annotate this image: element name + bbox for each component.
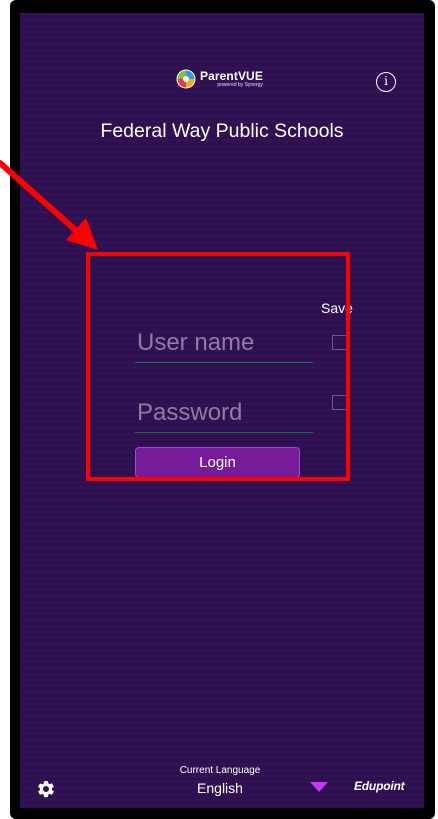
language-caption: Current Language <box>179 765 261 776</box>
gear-icon[interactable] <box>36 779 56 799</box>
district-name: Federal Way Public Schools <box>100 120 344 142</box>
parentvue-logo-icon <box>176 69 196 89</box>
highlight-box <box>86 252 350 481</box>
parentvue-logo: ParentVUE powered by Synergy <box>176 69 263 89</box>
logo-name: ParentVUE <box>200 69 263 83</box>
info-icon[interactable]: i <box>376 72 396 92</box>
edupoint-logo: Edupoint <box>354 779 405 793</box>
language-value[interactable]: English <box>165 780 275 796</box>
triangle-down-icon[interactable] <box>310 781 328 793</box>
logo-tagline: powered by Synergy <box>217 82 263 88</box>
